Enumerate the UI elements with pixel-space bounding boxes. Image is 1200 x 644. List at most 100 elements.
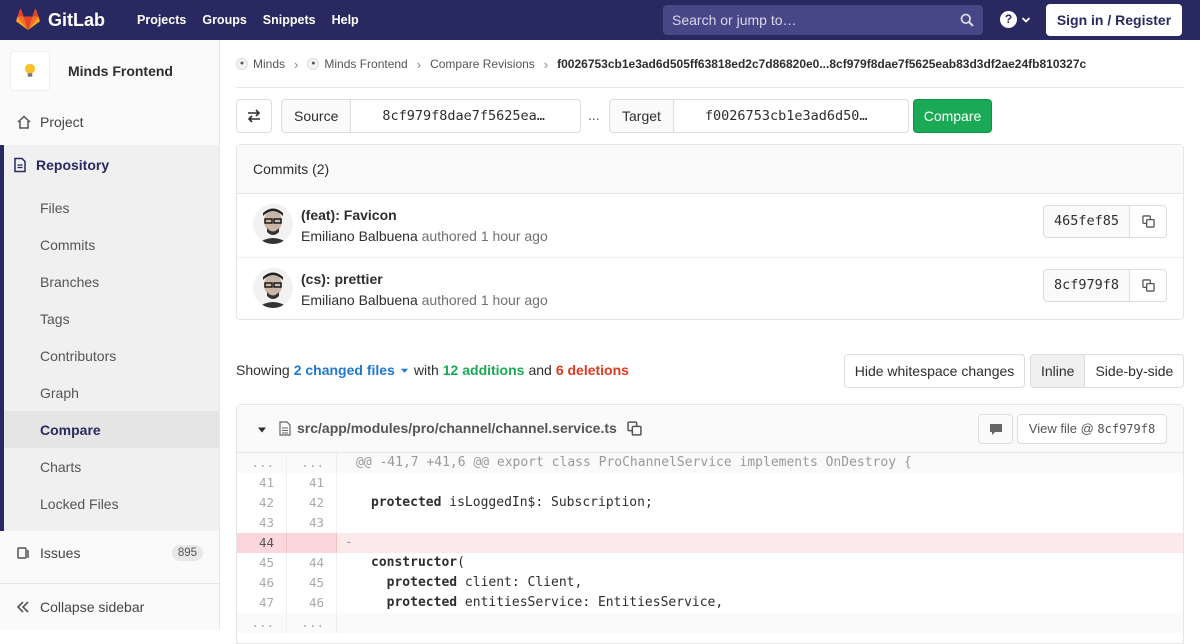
breadcrumb-divider — [236, 87, 1184, 88]
new-line-number[interactable] — [287, 533, 337, 553]
sidebar-subitem-commits[interactable]: Commits — [4, 226, 219, 263]
commit-sha-link[interactable]: 465fef85 — [1042, 205, 1130, 238]
old-line-number[interactable]: 47 — [237, 593, 287, 613]
source-ref-input[interactable]: 8cf979f8dae7f5625ea… — [351, 99, 582, 133]
nav-snippets[interactable]: Snippets — [255, 0, 324, 40]
breadcrumb-minds-frontend[interactable]: ● Minds Frontend — [307, 57, 408, 71]
additions-count: 12 additions — [442, 362, 525, 378]
diff-file-header: src/app/modules/pro/channel/channel.serv… — [237, 405, 1183, 453]
sidebar-subitem-locked-files[interactable]: Locked Files — [4, 485, 219, 522]
sign-in-register-button[interactable]: Sign in / Register — [1046, 4, 1182, 36]
toggle-comments-button[interactable] — [978, 414, 1013, 444]
avatar[interactable] — [253, 204, 293, 244]
sidebar-subitem-branches[interactable]: Branches — [4, 263, 219, 300]
old-line-number[interactable]: ... — [237, 613, 287, 633]
sidebar-subitem-tags[interactable]: Tags — [4, 300, 219, 337]
old-line-number[interactable]: ... — [237, 453, 287, 473]
old-line-number[interactable]: 41 — [237, 473, 287, 493]
sidebar-item-issues[interactable]: Issues 895 — [0, 533, 219, 573]
code-keyword: protected — [371, 595, 458, 610]
lightbulb-icon: ● — [307, 58, 320, 70]
commit-time: 1 hour ago — [480, 228, 548, 244]
hide-whitespace-button[interactable]: Hide whitespace changes — [844, 354, 1025, 388]
code-keyword: protected — [371, 575, 458, 590]
sidebar-subitem-files[interactable]: Files — [4, 189, 219, 226]
new-line-number[interactable]: ... — [287, 613, 337, 633]
sidebar-project-header[interactable]: Minds Frontend — [0, 40, 219, 102]
old-line-number[interactable]: 43 — [237, 513, 287, 533]
help-dropdown[interactable]: ? — [1000, 11, 1031, 28]
old-line-number[interactable]: 42 — [237, 493, 287, 513]
old-line-number[interactable]: 44 — [237, 533, 287, 553]
commit-author[interactable]: Emiliano Balbuena — [301, 292, 418, 308]
commit-meta: Emiliano Balbuena authored 1 hour ago — [301, 228, 548, 244]
new-line-number[interactable]: 45 — [287, 573, 337, 593]
new-line-number[interactable]: ... — [287, 453, 337, 473]
compare-button[interactable]: Compare — [913, 99, 992, 133]
diff-line: 43 43 — [237, 513, 1183, 533]
view-file-button[interactable]: View file @ 8cf979f8 — [1017, 414, 1167, 444]
gitlab-logo[interactable]: GitLab — [16, 0, 105, 40]
commit-meta: Emiliano Balbuena authored 1 hour ago — [301, 292, 548, 308]
copy-sha-button[interactable] — [1130, 205, 1167, 238]
copy-sha-button[interactable] — [1130, 269, 1167, 302]
search-placeholder: Search or jump to… — [672, 12, 797, 28]
new-line-number[interactable]: 46 — [287, 593, 337, 613]
collapse-sidebar-button[interactable]: Collapse sidebar — [0, 583, 219, 630]
commit-sha-link[interactable]: 8cf979f8 — [1042, 269, 1130, 302]
nav-projects[interactable]: Projects — [129, 0, 194, 40]
ref-separator: ... — [588, 107, 600, 123]
inline-view-button[interactable]: Inline — [1030, 354, 1086, 388]
commit-author[interactable]: Emiliano Balbuena — [301, 228, 418, 244]
code-text: client: Client, — [457, 575, 583, 590]
sidebar-subitem-contributors[interactable]: Contributors — [4, 337, 219, 374]
sidebar-item-repository[interactable]: Repository — [0, 145, 219, 185]
old-line-number[interactable]: 45 — [237, 553, 287, 573]
breadcrumb-label: Minds Frontend — [324, 57, 408, 71]
main-nav: Projects Groups Snippets Help — [129, 0, 367, 40]
diff-code: protected entitiesService: EntitiesServi… — [337, 593, 1183, 613]
copy-icon[interactable] — [627, 421, 642, 436]
diff-code — [337, 513, 1183, 533]
new-line-number[interactable]: 44 — [287, 553, 337, 573]
commit-authored-label: authored — [421, 292, 477, 308]
diff-code — [337, 613, 1183, 633]
breadcrumb-chevron-icon: › — [543, 56, 549, 72]
sidebar-item-label: Repository — [36, 157, 110, 173]
breadcrumb-compare-revisions[interactable]: Compare Revisions — [430, 57, 535, 71]
new-line-number[interactable]: 42 — [287, 493, 337, 513]
author-avatar-image — [253, 268, 293, 308]
nav-help[interactable]: Help — [324, 0, 367, 40]
avatar[interactable] — [253, 268, 293, 308]
breadcrumb-minds[interactable]: ● Minds — [236, 57, 285, 71]
side-by-side-view-button[interactable]: Side-by-side — [1085, 354, 1185, 388]
double-chevron-left-icon — [16, 601, 29, 613]
new-line-number[interactable]: 41 — [287, 473, 337, 493]
diff-line: 47 46 protected entitiesService: Entitie… — [237, 593, 1183, 613]
sidebar-subitem-compare[interactable]: Compare — [4, 411, 219, 448]
old-line-number[interactable]: 46 — [237, 573, 287, 593]
caret-down-icon[interactable] — [400, 366, 409, 375]
sidebar-item-label: Project — [40, 114, 84, 130]
diff-expand-row[interactable]: ... ... — [237, 613, 1183, 633]
target-ref-input[interactable]: f0026753cb1e3ad6d50… — [673, 99, 909, 133]
caret-down-icon[interactable] — [257, 425, 267, 435]
issues-icon — [17, 547, 29, 559]
sidebar-item-project[interactable]: Project — [0, 102, 219, 142]
search-input[interactable]: Search or jump to… — [663, 5, 983, 35]
diff-line: 45 44 constructor( — [237, 553, 1183, 573]
gitlab-tanuki-icon — [16, 9, 40, 30]
file-path[interactable]: src/app/modules/pro/channel/channel.serv… — [297, 420, 617, 436]
nav-groups[interactable]: Groups — [194, 0, 254, 40]
swap-revisions-button[interactable] — [236, 99, 272, 133]
sidebar-subitem-charts[interactable]: Charts — [4, 448, 219, 485]
breadcrumb-chevron-icon: › — [416, 56, 422, 72]
commit-title[interactable]: (cs): prettier — [301, 271, 383, 287]
diff-code: @@ -41,7 +41,6 @@ export class ProChanne… — [356, 455, 912, 470]
breadcrumb-current[interactable]: f0026753cb1e3ad6d505ff63818ed2c7d86820e0… — [557, 57, 1086, 71]
sidebar-subitem-graph[interactable]: Graph — [4, 374, 219, 411]
new-line-number[interactable]: 43 — [287, 513, 337, 533]
commits-header: Commits (2) — [237, 145, 1183, 194]
changed-files-dropdown[interactable]: 2 changed files — [294, 362, 395, 378]
commit-title[interactable]: (feat): Favicon — [301, 207, 397, 223]
